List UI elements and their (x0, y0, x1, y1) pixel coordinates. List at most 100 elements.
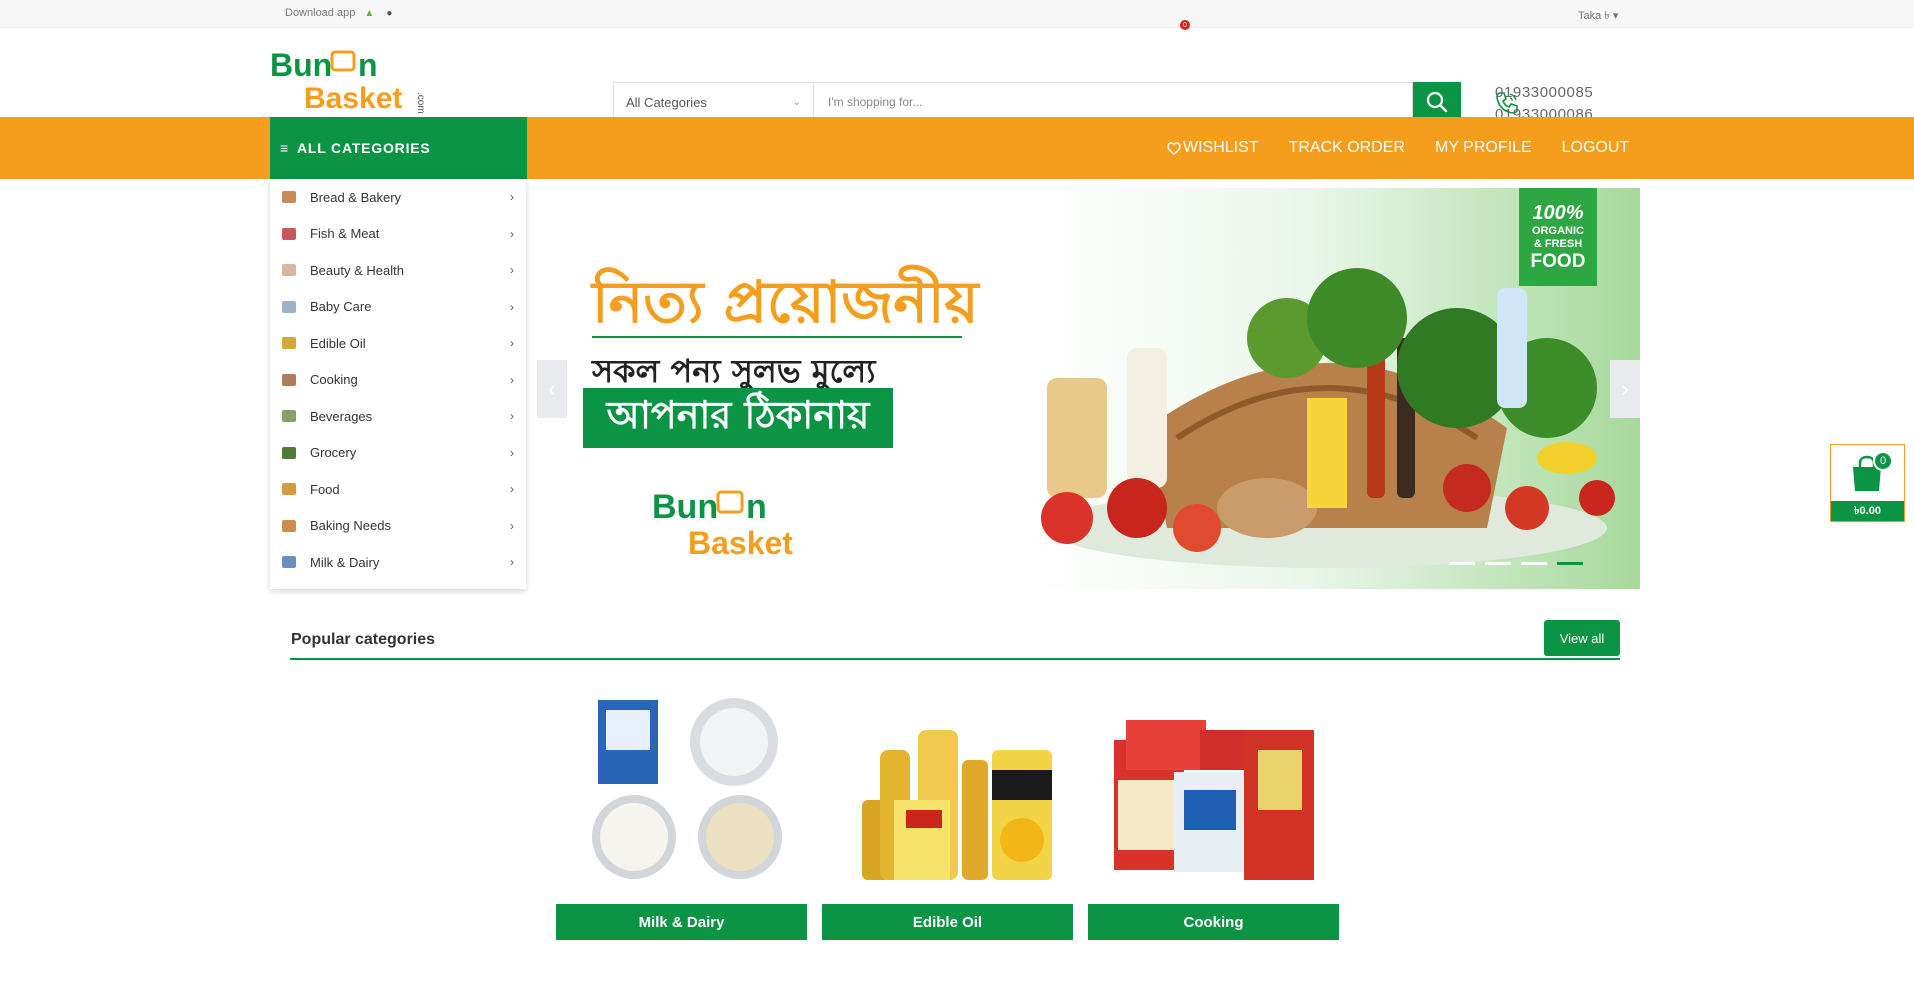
sidebar-item[interactable]: Food › (270, 471, 526, 508)
category-thumbnail-icon (282, 373, 296, 386)
search-bar: All Categories ⌄ I'm shopping for... (613, 82, 1461, 122)
logout-link[interactable]: LOGOUT (1562, 139, 1630, 157)
chevron-right-icon: › (510, 226, 514, 241)
search-input[interactable]: I'm shopping for... (813, 82, 1413, 122)
category-thumbnail-icon (282, 227, 296, 240)
topbar: Download app ▲ ● Taka ৳ ▾ (0, 0, 1914, 28)
header: Bun n Basket .com All Categories ⌄ I'm s… (0, 28, 1914, 123)
cooking-image (1114, 720, 1314, 880)
banner-divider (592, 336, 962, 338)
milk-dairy-image (592, 698, 782, 879)
sidebar-item-label: Baking Needs (310, 518, 391, 534)
category-card[interactable]: Cooking (1088, 690, 1339, 940)
category-card[interactable]: Edible Oil (822, 690, 1073, 940)
view-all-button[interactable]: View all (1544, 620, 1620, 656)
svg-text:n: n (746, 488, 767, 526)
sidebar-item-label: Beauty & Health (310, 262, 404, 278)
search-icon (1426, 91, 1448, 113)
chevron-right-icon: › (510, 445, 514, 460)
phone-number-1[interactable]: 01933000085 (1495, 82, 1593, 104)
sidebar-item-label: Fish & Meat (310, 226, 380, 242)
sidebar-item[interactable]: Beauty & Health › (270, 252, 526, 289)
hero-banner: নিত্য প্রয়োজনীয় সকল পন্য সুলভ মুল্যে আ… (537, 188, 1640, 589)
nav-links: WISHLIST TRACK ORDER MY PROFILE LOGOUT (1167, 117, 1629, 179)
category-sidebar: Bread & Bakery › Fish & Meat › Beauty & Heal… (270, 179, 526, 589)
chevron-right-icon: › (510, 372, 514, 387)
section-divider (290, 658, 1620, 660)
my-profile-link[interactable]: MY PROFILE (1435, 139, 1532, 157)
wishlist-label: WISHLIST (1183, 139, 1259, 156)
category-card-label: Edible Oil (822, 904, 1073, 940)
wishlist-count-badge: 0 (1180, 20, 1190, 30)
chevron-right-icon: › (1621, 376, 1629, 401)
sidebar-item[interactable]: Grocery › (270, 435, 526, 472)
all-categories-button[interactable]: ≡ ALL CATEGORIES (270, 117, 527, 179)
svg-text:Basket: Basket (688, 525, 793, 561)
banner-headline: নিত্য প্রয়োজনীয় (592, 268, 979, 336)
sidebar-item[interactable]: Fish & Meat › (270, 216, 526, 253)
category-card[interactable]: Milk & Dairy (556, 690, 807, 940)
all-categories-label: ALL CATEGORIES (296, 140, 431, 156)
currency-label: Taka ৳ (1578, 10, 1610, 22)
cart-count-badge: 0 (1873, 451, 1893, 471)
currency-selector[interactable]: Taka ৳ ▾ (1578, 7, 1618, 26)
cart-total: ৳0.00 (1831, 501, 1904, 521)
wishlist-link[interactable]: WISHLIST (1167, 139, 1259, 157)
sidebar-item[interactable]: Edible Oil › (270, 325, 526, 362)
search-button[interactable] (1413, 82, 1461, 122)
slider-next-button[interactable]: › (1610, 360, 1640, 418)
category-thumbnail-icon (282, 337, 296, 350)
chevron-right-icon: › (510, 555, 514, 570)
category-select-value: All Categories (626, 94, 707, 110)
search-placeholder: I'm shopping for... (828, 95, 923, 109)
sidebar-item-label: Baby Care (310, 299, 372, 315)
sidebar-item-label: Food (310, 481, 340, 497)
sidebar-item[interactable]: Bread & Bakery › (270, 179, 526, 216)
slider-dot[interactable] (1485, 562, 1511, 565)
sidebar-item[interactable]: Cooking › (270, 362, 526, 399)
banner-logo: Bun n Basket (652, 488, 793, 561)
category-thumbnail-icon (282, 519, 296, 532)
svg-text:Basket: Basket (304, 82, 402, 115)
floating-cart[interactable]: 0 ৳0.00 (1830, 444, 1905, 522)
sidebar-item[interactable]: Baby Care › (270, 289, 526, 326)
category-card-label: Cooking (1088, 904, 1339, 940)
category-thumbnail-icon (282, 446, 296, 459)
chevron-right-icon: › (510, 263, 514, 278)
badge-percent: 100% (1532, 202, 1584, 224)
svg-text:Bun: Bun (652, 488, 718, 526)
svg-text:n: n (358, 47, 378, 83)
popular-categories-title: Popular categories (291, 631, 436, 648)
category-thumbnail-icon (282, 483, 296, 496)
slider-dot[interactable] (1521, 562, 1547, 565)
badge-line-3: FOOD (1530, 251, 1586, 272)
category-thumbnail-icon (282, 410, 296, 423)
category-thumbnail-icon (282, 191, 296, 204)
slider-prev-button[interactable]: ‹ (537, 360, 567, 418)
chevron-left-icon: ‹ (548, 376, 556, 401)
sidebar-item-label: Milk & Dairy (310, 554, 380, 570)
badge-line-1: ORGANIC (1532, 225, 1584, 237)
category-thumbnail-icon (282, 300, 296, 313)
apple-icon[interactable]: ● (383, 7, 395, 19)
android-icon[interactable]: ▲ (363, 7, 375, 19)
slider-dot[interactable] (1557, 562, 1583, 565)
sidebar-item-label: Beverages (310, 408, 373, 424)
slider-dots (1449, 562, 1583, 565)
sidebar-item-label: Edible Oil (310, 335, 366, 351)
chevron-right-icon: › (510, 190, 514, 205)
edible-oil-image (862, 730, 1052, 880)
sidebar-item[interactable]: Beverages › (270, 398, 526, 435)
slider-dot[interactable] (1449, 562, 1475, 565)
sidebar-item-label: Cooking (310, 372, 358, 388)
svg-text:Bun: Bun (270, 47, 332, 83)
category-thumbnail-icon (282, 264, 296, 277)
svg-text:.com: .com (415, 92, 426, 114)
chevron-right-icon: › (510, 409, 514, 424)
chevron-right-icon: › (510, 518, 514, 533)
sidebar-item[interactable]: Milk & Dairy › (270, 544, 526, 581)
sidebar-item[interactable]: Baking Needs › (270, 508, 526, 545)
track-order-link[interactable]: TRACK ORDER (1289, 139, 1405, 157)
category-select[interactable]: All Categories ⌄ (613, 82, 813, 122)
download-app-label[interactable]: Download app (285, 7, 355, 19)
